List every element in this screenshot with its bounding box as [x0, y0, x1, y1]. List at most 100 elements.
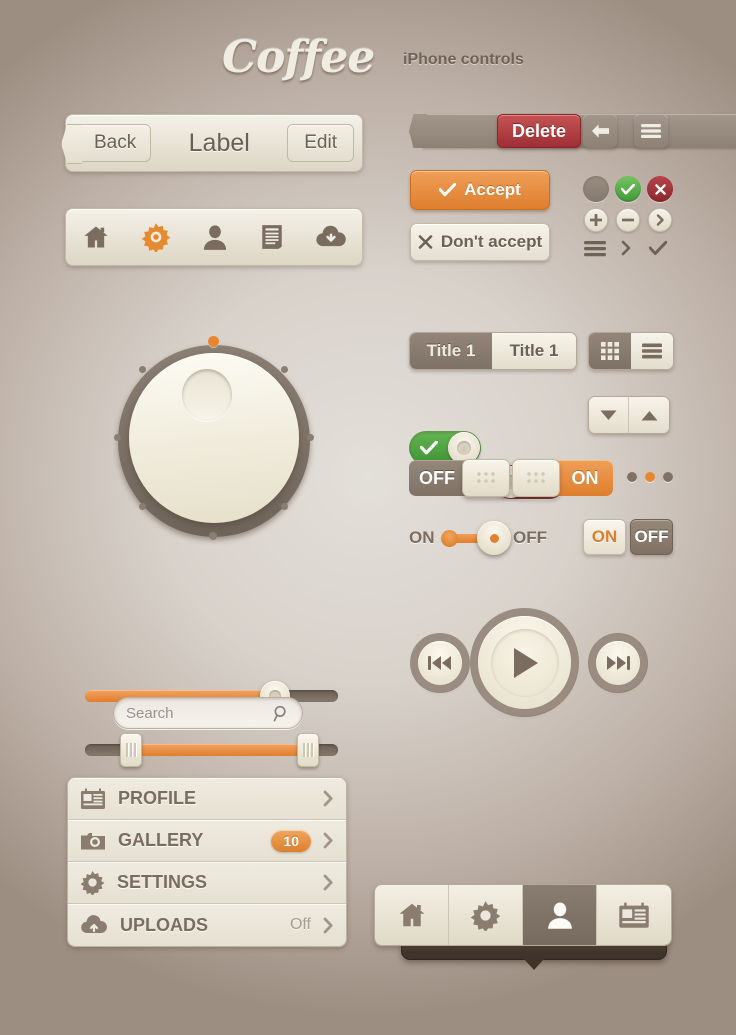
onoff-slider-knob[interactable] [477, 521, 511, 555]
empty-circle-icon[interactable] [583, 176, 609, 202]
onoff-slider[interactable] [441, 521, 511, 555]
list-item-settings[interactable]: SETTINGS [68, 862, 346, 904]
play-button[interactable] [478, 616, 571, 709]
onoff-slider-origin [441, 530, 458, 547]
off-button[interactable]: OFF [630, 519, 673, 555]
nav-back-button[interactable]: Back [74, 124, 152, 162]
segmented-control-titles[interactable]: Title 1 Title 1 [409, 332, 577, 370]
plus-button[interactable] [584, 208, 608, 232]
previous-button[interactable] [418, 641, 462, 685]
search-placeholder: Search [126, 704, 174, 722]
off-switch[interactable]: OFF [409, 459, 510, 497]
page-dot[interactable] [627, 472, 637, 482]
menu-button[interactable] [634, 114, 668, 148]
home-icon [399, 903, 424, 927]
range-slider[interactable] [85, 733, 338, 767]
stepper-control[interactable] [588, 396, 670, 434]
knob-marker-active[interactable] [208, 336, 219, 347]
list-item-label: SETTINGS [117, 872, 208, 892]
chevron-right-icon [323, 917, 333, 933]
arrow-left-icon [591, 124, 609, 138]
segmented-control-viewmode[interactable] [588, 332, 674, 370]
nav-edit-label: Edit [304, 132, 337, 153]
cloud-upload-icon [81, 915, 107, 934]
gear-icon[interactable] [141, 222, 171, 252]
chevron-right-icon [621, 240, 631, 256]
knob-face[interactable] [129, 353, 299, 523]
knob-indicator-dimple [182, 369, 232, 421]
list-item-uploads[interactable]: UPLOADS Off [68, 904, 346, 946]
user-icon[interactable] [201, 223, 229, 251]
tab-news[interactable] [597, 885, 671, 945]
delete-button[interactable]: Delete [497, 114, 582, 148]
list-item-profile[interactable]: PROFILE [68, 778, 346, 820]
grid-icon [601, 342, 619, 360]
on-switch[interactable]: ON [512, 459, 613, 497]
accept-button[interactable]: Accept [410, 170, 550, 210]
next-button[interactable] [596, 641, 640, 685]
segment-title-1[interactable]: Title 1 [410, 333, 492, 369]
plus-icon [590, 214, 602, 226]
document-icon[interactable] [259, 223, 285, 251]
list-item-label: PROFILE [118, 788, 197, 808]
range-slider-handle-start[interactable] [119, 733, 142, 767]
segment-title-2[interactable]: Title 1 [492, 333, 576, 369]
cloud-download-icon[interactable] [315, 224, 347, 250]
check-icon [648, 240, 668, 256]
cross-icon [418, 235, 433, 249]
play-inner-circle [490, 628, 559, 697]
ui-kit-canvas: Coffee iPhone controls Back Label Edit B… [0, 0, 736, 1035]
off-switch-knob[interactable] [462, 459, 510, 497]
page-indicator[interactable] [627, 472, 673, 482]
tab-home[interactable] [375, 885, 449, 945]
list-glyph[interactable] [584, 241, 606, 262]
chevron-glyph[interactable] [621, 240, 632, 261]
tab-settings[interactable] [449, 885, 523, 945]
segment-grid-view[interactable] [589, 333, 631, 369]
knob-marker [209, 532, 217, 540]
range-slider-handle-end[interactable] [296, 733, 319, 767]
on-button[interactable]: ON [583, 519, 626, 555]
minus-button[interactable] [616, 208, 640, 232]
x-circle-icon[interactable] [647, 176, 673, 202]
stepper-up-button[interactable] [629, 397, 669, 433]
gear-icon [80, 871, 105, 895]
page-dot[interactable] [663, 472, 673, 482]
onoff-button-group[interactable]: ON OFF [583, 519, 673, 555]
stepper-down-button[interactable] [589, 397, 629, 433]
minus-icon [622, 218, 634, 222]
list-item-label: GALLERY [118, 830, 204, 850]
chevron-right-icon [323, 874, 333, 891]
grip-dots-icon [527, 472, 545, 483]
on-switch-label: ON [557, 460, 613, 496]
check-glyph[interactable] [648, 240, 668, 261]
list-item-value: Off [289, 916, 311, 933]
onoff-slider-right-label: OFF [513, 528, 547, 547]
nav-title: Label [188, 128, 250, 157]
chevron-right-icon [323, 790, 333, 807]
on-switch-knob[interactable] [512, 459, 560, 497]
back-arrow-button[interactable] [583, 114, 617, 148]
news-icon [619, 902, 649, 928]
segment-label: Title 1 [509, 341, 559, 360]
knob-marker [307, 434, 314, 441]
tab-bar [374, 884, 672, 946]
tab-profile[interactable] [523, 885, 597, 945]
search-icon[interactable] [273, 705, 290, 722]
segment-list-view[interactable] [631, 333, 673, 369]
search-input[interactable]: Search [113, 697, 303, 729]
knob-marker [114, 434, 121, 441]
nav-edit-button[interactable]: Edit [287, 124, 354, 162]
home-icon[interactable] [81, 223, 111, 251]
list-icon [642, 343, 662, 359]
gear-icon [470, 900, 501, 931]
check-circle-icon[interactable] [615, 176, 641, 202]
chevron-button[interactable] [648, 208, 672, 232]
list-icon [584, 241, 606, 257]
navigation-bar: Back Label Edit [65, 114, 363, 172]
list-item-gallery[interactable]: GALLERY 10 [68, 820, 346, 862]
decline-button[interactable]: Don't accept [410, 223, 550, 261]
fastforward-icon [607, 656, 630, 670]
page-dot-active[interactable] [645, 472, 655, 482]
triangle-down-icon [600, 410, 617, 420]
